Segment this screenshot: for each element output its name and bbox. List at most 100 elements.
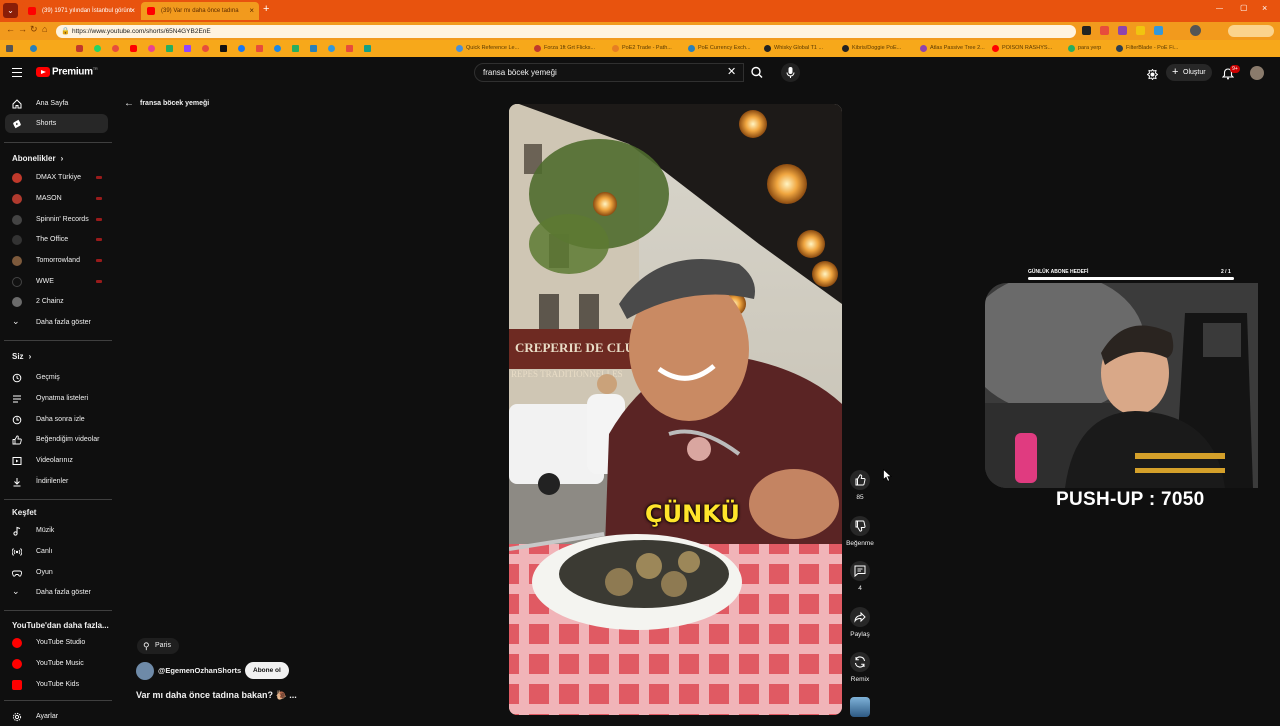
twitch-icon[interactable]: [184, 45, 191, 52]
bookmark-favicon-icon[interactable]: [166, 45, 173, 52]
bookmark-favicon-icon[interactable]: [202, 45, 209, 52]
sidebar-item-gaming[interactable]: Oyun: [5, 563, 108, 582]
sidebar-subscription-mason[interactable]: MASON: [5, 189, 108, 208]
sidebar-item-history[interactable]: Geçmiş: [5, 368, 108, 387]
close-tab-icon[interactable]: ×: [130, 2, 135, 20]
sidebar-item-youtube-studio[interactable]: YouTube Studio: [5, 633, 108, 652]
sidebar-item-downloads[interactable]: İndirilenler: [5, 472, 108, 491]
sidebar-show-more-explore[interactable]: ⌄ Daha fazla göster: [5, 583, 108, 602]
location-chip[interactable]: ⚲ Paris: [137, 638, 179, 654]
maximize-window-icon[interactable]: ▢: [1240, 3, 1248, 12]
bookmark-item[interactable]: Forza 1ft Grt Flicks...: [534, 43, 595, 54]
bookmark-favicon-icon[interactable]: [292, 45, 299, 52]
browser-profile-pill[interactable]: [1228, 25, 1274, 37]
channel-name[interactable]: @EgemenOzhanShorts: [158, 666, 241, 675]
sidebar-subscription-spinnin[interactable]: Spinnin' Records: [5, 210, 108, 229]
sidebar-item-settings[interactable]: Ayarlar: [5, 707, 108, 726]
sidebar-subscription-tomorrowland[interactable]: Tomorrowland: [5, 251, 108, 270]
extension-icon[interactable]: [1118, 26, 1127, 35]
forward-nav-icon[interactable]: →: [18, 24, 27, 34]
bookmark-favicon-icon[interactable]: [76, 45, 83, 52]
youtube-logo-icon[interactable]: [36, 67, 50, 77]
sidebar-item-youtube-kids[interactable]: YouTube Kids: [5, 675, 108, 694]
sidebar-subscription-wwe[interactable]: WWE: [5, 272, 108, 291]
remix-button[interactable]: [850, 652, 870, 672]
browser-tab-2[interactable]: (39) Var mı daha önce tadına ×: [141, 2, 259, 20]
back-nav-icon[interactable]: ←: [6, 24, 15, 34]
sound-thumbnail[interactable]: [850, 697, 870, 717]
minimize-window-icon[interactable]: —: [1216, 5, 1223, 12]
subscribe-button[interactable]: Abone ol: [245, 662, 289, 679]
extension-icon[interactable]: [1082, 26, 1091, 35]
sidebar-subscription-the-office[interactable]: The Office: [5, 230, 108, 249]
bookmark-item[interactable]: Atlas Passive Tree 2...: [920, 43, 985, 54]
sidebar-subscription-2-chainz[interactable]: 2 Chainz: [5, 292, 108, 311]
bookmark-item[interactable]: para yerp: [1068, 43, 1101, 54]
dislike-button[interactable]: [850, 516, 870, 536]
sidebar-item-youtube-music[interactable]: YouTube Music: [5, 654, 108, 673]
sidebar-item-home[interactable]: Ana Sayfa: [5, 94, 108, 113]
explore-heading: Keşfet: [12, 508, 36, 517]
you-heading[interactable]: Siz ›: [12, 352, 31, 361]
extension-icon[interactable]: [1100, 26, 1109, 35]
facebook-icon[interactable]: [238, 45, 245, 52]
whatsapp-icon[interactable]: [94, 45, 101, 52]
browser-menu-button[interactable]: ⌄: [3, 3, 18, 18]
sidebar-show-more-subscriptions[interactable]: ⌄ Daha fazla göster: [5, 313, 108, 332]
bookmark-favicon-icon[interactable]: [364, 45, 371, 52]
account-avatar[interactable]: [1250, 66, 1264, 80]
profile-icon[interactable]: [1190, 25, 1201, 36]
bookmark-favicon-icon[interactable]: [328, 45, 335, 52]
sidebar-item-liked-videos[interactable]: Beğendiğim videolar: [5, 430, 108, 449]
search-input[interactable]: fransa böcek yemeği: [474, 63, 744, 82]
reload-icon[interactable]: ↻: [30, 24, 38, 35]
home-nav-icon[interactable]: ⌂: [42, 24, 47, 34]
apps-icon[interactable]: [6, 45, 13, 52]
channel-avatar[interactable]: [136, 662, 154, 680]
youtube-logo[interactable]: PremiumTR: [52, 66, 98, 77]
create-button[interactable]: + Oluştur: [1166, 64, 1212, 81]
back-to-search-link[interactable]: ← fransa böcek yemeği: [124, 98, 209, 110]
subscriptions-heading[interactable]: Abonelikler ›: [12, 154, 63, 163]
voice-search-button[interactable]: [781, 63, 800, 82]
browser-tab-1[interactable]: (39) 1971 yılından İstanbul görünt ×: [22, 2, 140, 20]
like-button[interactable]: [850, 470, 870, 490]
share-button[interactable]: [850, 607, 870, 627]
youtube-icon[interactable]: [130, 45, 137, 52]
sidebar-subscription-dmax[interactable]: DMAX Türkiye: [5, 168, 108, 187]
comments-button[interactable]: [850, 561, 870, 581]
cast-icon[interactable]: [1146, 67, 1159, 85]
bookmark-favicon-icon[interactable]: [30, 45, 37, 52]
sidebar-item-music[interactable]: Müzik: [5, 521, 108, 540]
sidebar-item-playlists[interactable]: Oynatma listeleri: [5, 389, 108, 408]
bookmark-item[interactable]: Kibris/Doggie PoE...: [842, 43, 901, 54]
bookmark-favicon-icon[interactable]: [256, 45, 263, 52]
bookmark-item[interactable]: Whisky Global T1 ...: [764, 43, 823, 54]
extension-icon[interactable]: [1154, 26, 1163, 35]
bookmark-favicon-icon[interactable]: [112, 45, 119, 52]
url-field[interactable]: 🔒 https://www.youtube.com/shorts/65N4GYB…: [56, 25, 1076, 38]
sidebar-item-watch-later[interactable]: Daha sonra izle: [5, 410, 108, 429]
close-window-icon[interactable]: ×: [1262, 3, 1267, 13]
search-button[interactable]: [746, 63, 768, 82]
short-title[interactable]: Var mı daha önce tadına bakan? 🐌 ...: [136, 690, 297, 701]
bookmark-favicon-icon[interactable]: [310, 45, 317, 52]
bookmark-favicon-icon[interactable]: [346, 45, 353, 52]
short-video-player[interactable]: CREPERIE DE CLUNY REPES TRADITIONNELLES: [509, 104, 842, 715]
bookmark-favicon-icon[interactable]: [274, 45, 281, 52]
bookmark-item[interactable]: POISON RASHYS...: [992, 43, 1052, 54]
x-icon[interactable]: [220, 45, 227, 52]
bookmark-favicon-icon[interactable]: [148, 45, 155, 52]
sidebar-item-shorts[interactable]: Shorts: [5, 114, 108, 133]
sidebar-item-your-videos[interactable]: Videolarınız: [5, 451, 108, 470]
sidebar-item-live[interactable]: Canlı: [5, 542, 108, 561]
bookmark-item[interactable]: FilterBlade - PoE Fi...: [1116, 43, 1178, 54]
extension-icon[interactable]: [1136, 26, 1145, 35]
bookmark-item[interactable]: PoE2 Trade - Path...: [612, 43, 672, 54]
menu-icon[interactable]: [12, 68, 22, 77]
close-tab-icon[interactable]: ×: [249, 2, 254, 20]
bookmark-item[interactable]: Quick Reference Le...: [456, 43, 519, 54]
bookmark-item[interactable]: PoE Currency Exch...: [688, 43, 751, 54]
new-tab-button[interactable]: +: [263, 3, 269, 15]
clear-search-icon[interactable]: ✕: [727, 65, 736, 79]
